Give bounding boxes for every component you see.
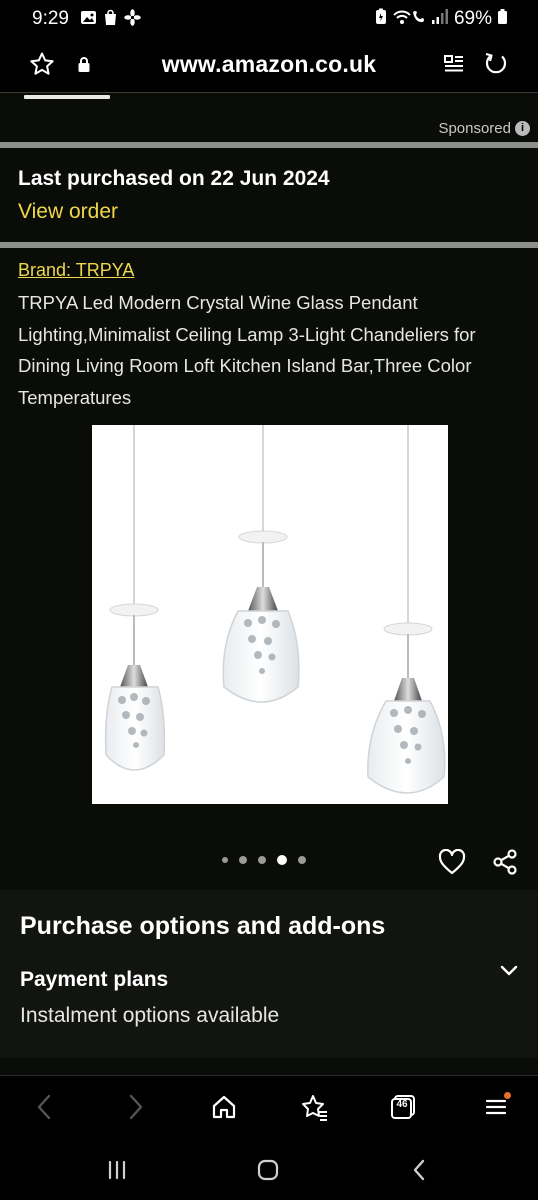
product-page: Sponsored i Last purchased on 22 Jun 202… [0, 92, 538, 1075]
share-icon[interactable] [490, 847, 520, 877]
fan-icon [124, 9, 141, 31]
divider-bottom [0, 242, 538, 248]
home-icon[interactable] [209, 1092, 239, 1122]
instalment-text: Instalment options available [20, 1004, 280, 1027]
shopping-bag-icon [102, 9, 119, 31]
carousel-dot[interactable] [258, 856, 266, 864]
wifi-calling-icon [392, 8, 426, 30]
info-icon[interactable]: i [515, 121, 530, 136]
menu-icon[interactable] [480, 1092, 512, 1122]
carousel-dot[interactable] [298, 856, 306, 864]
system-status-icons: 69% [375, 8, 508, 30]
active-tab-indicator [24, 95, 110, 99]
last-purchased-text: Last purchased on 22 Jun 2024 [18, 167, 330, 190]
browser-bottom-nav: 46 [0, 1075, 538, 1140]
product-title: TRPYA Led Modern Crystal Wine Glass Pend… [18, 292, 476, 408]
chevron-down-icon[interactable] [496, 958, 522, 984]
battery-saver-icon [375, 8, 387, 30]
battery-icon [497, 8, 508, 30]
status-time: 9:29 [32, 8, 69, 29]
image-carousel-dots[interactable] [222, 855, 306, 865]
system-navigation-bar [0, 1140, 538, 1200]
carousel-dot[interactable] [222, 857, 228, 863]
pendant-lamp-left [104, 425, 166, 771]
carousel-dot-active[interactable] [277, 855, 287, 865]
battery-percentage: 69% [453, 8, 492, 29]
signal-icon [431, 8, 449, 30]
home-button-icon[interactable] [254, 1156, 282, 1184]
recents-icon[interactable] [103, 1156, 131, 1184]
status-bar: 9:29 69% [0, 0, 538, 38]
gallery-icon [80, 9, 97, 31]
system-back-icon[interactable] [405, 1156, 433, 1184]
tabs-icon[interactable]: 46 [388, 1092, 418, 1122]
bookmarks-icon[interactable] [298, 1092, 330, 1122]
view-order-link[interactable]: View order [18, 200, 118, 224]
pendant-lamp-right [367, 425, 446, 794]
reload-icon[interactable] [482, 50, 510, 78]
tab-track [0, 92, 538, 93]
purchase-options-title: Purchase options and add-ons [20, 912, 386, 940]
heart-icon[interactable] [437, 847, 467, 877]
forward-icon[interactable] [122, 1092, 150, 1122]
reader-mode-icon[interactable] [441, 51, 467, 77]
payment-plans-heading[interactable]: Payment plans [20, 968, 168, 992]
sponsored-label[interactable]: Sponsored i [438, 120, 530, 137]
pendant-lamp-middle [222, 425, 300, 703]
purchase-options-panel: Purchase options and add-ons Payment pla… [0, 890, 538, 1058]
browser-toolbar: www.amazon.co.uk [0, 38, 538, 92]
notification-badge [504, 1092, 511, 1099]
back-icon[interactable] [30, 1092, 58, 1122]
tab-count: 46 [396, 1099, 408, 1110]
notification-icons [80, 9, 141, 31]
carousel-dot[interactable] [239, 856, 247, 864]
divider-top [0, 142, 538, 148]
brand-link[interactable]: Brand: TRPYA [18, 260, 134, 281]
product-image[interactable] [92, 425, 448, 804]
